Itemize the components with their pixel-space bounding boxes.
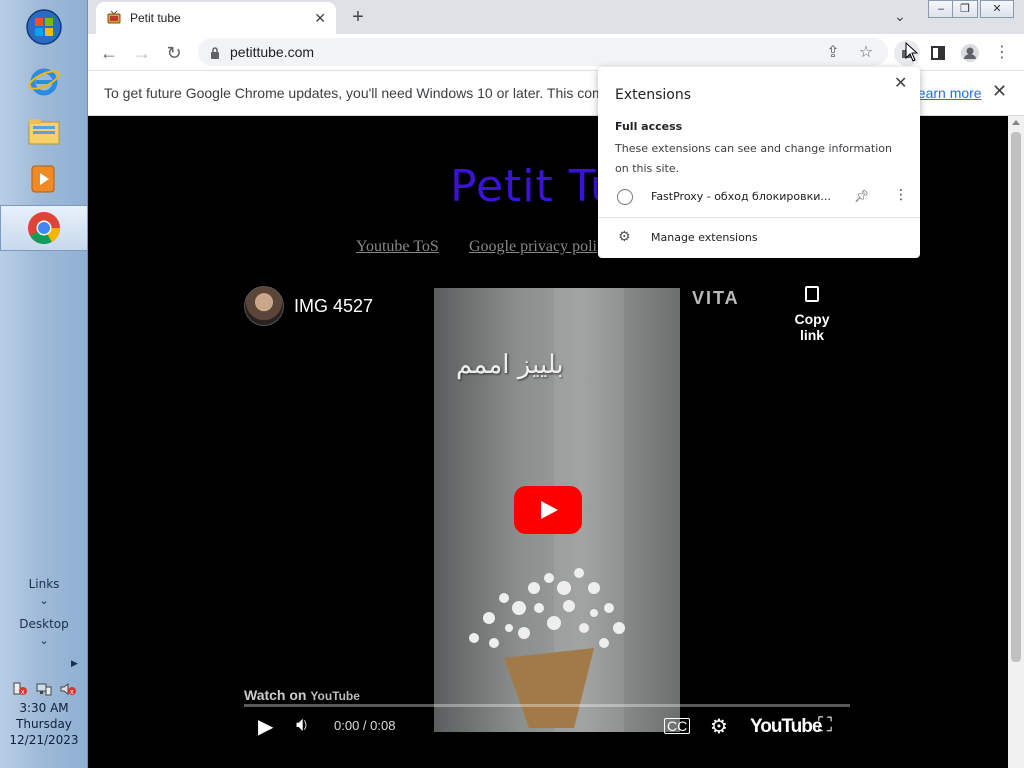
captions-icon[interactable]: CC	[664, 718, 691, 734]
desktop-chevron-icon[interactable]: ⌄	[0, 634, 88, 647]
bookmark-star-icon[interactable]: ☆	[854, 42, 878, 64]
windows-orb-icon	[26, 9, 62, 45]
scroll-up-arrow-icon[interactable]	[1012, 120, 1020, 125]
gear-icon: ⚙	[618, 229, 631, 245]
settings-gear-icon[interactable]: ⚙	[710, 714, 728, 739]
vita-watermark: VITA	[692, 288, 740, 308]
play-icon[interactable]: ▶	[258, 714, 273, 739]
mouse-cursor-icon	[905, 42, 919, 62]
volume-muted-icon[interactable]: x	[60, 682, 76, 696]
clock-day: Thursday	[16, 717, 72, 731]
extension-menu-icon[interactable]: ⋮	[894, 187, 908, 203]
volume-icon[interactable]: 🔉︎	[296, 714, 309, 737]
full-access-description: These extensions can see and change info…	[615, 142, 892, 175]
tab-strip: Petit tube ✕ + ⌄ – ❐ ✕	[88, 0, 1024, 34]
extensions-popup: Extensions ✕ Full access These extension…	[598, 67, 920, 258]
links-chevron-icon[interactable]: ⌄	[0, 594, 88, 607]
extensions-popup-title: Extensions	[615, 87, 692, 103]
learn-more-link[interactable]: Learn more	[910, 85, 982, 101]
chrome-icon	[28, 212, 61, 244]
network-icon[interactable]	[36, 682, 52, 696]
profile-avatar-icon[interactable]	[958, 42, 982, 64]
extension-item-fastproxy[interactable]: FastProxy - обход блокировки... 📌︎ ⋮	[598, 185, 920, 209]
scrollbar-thumb[interactable]	[1011, 132, 1021, 662]
channel-avatar[interactable]	[244, 286, 284, 326]
copy-link-button[interactable]: Copy link	[782, 286, 842, 343]
new-tab-button[interactable]: +	[346, 6, 370, 29]
watch-on-youtube-logo: YouTube	[310, 689, 360, 703]
google-privacy-link[interactable]: Google privacy poli	[469, 238, 597, 256]
svg-text:x: x	[70, 689, 74, 696]
player-controls: Watch on YouTube ▶ 🔉︎ 0:00 / 0:08 CC ⚙ Y…	[234, 686, 854, 746]
extension-name: FastProxy - обход блокировки...	[651, 190, 831, 203]
taskbar: Links ⌄ Desktop ⌄ ▶ x x 3:30 AM Thursday…	[0, 0, 88, 768]
clock-time: 3:30 AM	[19, 701, 69, 715]
svg-text:x: x	[21, 689, 25, 696]
action-center-icon[interactable]: x	[12, 682, 28, 696]
play-button[interactable]	[514, 486, 582, 534]
lock-icon[interactable]	[210, 46, 220, 59]
infobar-close-icon[interactable]: ✕	[992, 81, 1007, 102]
media-player-icon[interactable]	[0, 156, 88, 202]
internet-explorer-icon[interactable]	[0, 58, 88, 104]
back-arrow-icon[interactable]: ←	[98, 42, 120, 64]
copy-link-label: Copy link	[794, 311, 830, 343]
site-title: Petit Tu	[450, 161, 619, 212]
tab-search-chevron-icon[interactable]: ⌄	[894, 8, 906, 25]
tray-expand-arrow-icon[interactable]: ▶	[71, 658, 78, 669]
links-toolbar-label[interactable]: Links	[0, 577, 88, 591]
browser-toolbar: ← → ↻ petittube.com ⇪ ☆ ⋮	[88, 34, 1024, 71]
close-window-button[interactable]: ✕	[980, 0, 1014, 18]
divider	[598, 217, 920, 218]
video-title[interactable]: IMG 4527	[294, 296, 373, 317]
full-access-heading: Full access	[615, 120, 683, 133]
youtube-logo[interactable]: YouTube	[750, 716, 822, 738]
petit-tube-favicon-icon	[107, 10, 121, 24]
tab-title: Petit tube	[130, 11, 181, 25]
desktop-toolbar-label[interactable]: Desktop	[0, 617, 88, 631]
tab-close-icon[interactable]: ✕	[314, 10, 326, 27]
side-panel-icon[interactable]	[926, 42, 950, 64]
clock[interactable]: 3:30 AM Thursday 12/21/2023	[0, 700, 88, 748]
url-text: petittube.com	[230, 44, 315, 60]
restore-button[interactable]: ❐	[952, 0, 978, 18]
infobar-message: To get future Google Chrome updates, you…	[104, 85, 636, 101]
extensions-popup-close-icon[interactable]: ✕	[894, 73, 907, 92]
reload-icon[interactable]: ↻	[163, 42, 185, 64]
pin-icon[interactable]: 📌︎	[854, 189, 869, 203]
manage-extensions-label: Manage extensions	[651, 231, 758, 244]
manage-extensions-button[interactable]: ⚙ Manage extensions	[598, 228, 920, 248]
fullscreen-icon[interactable]: ⛶	[818, 714, 832, 737]
copy-icon	[805, 286, 819, 302]
chrome-menu-icon[interactable]: ⋮	[990, 42, 1014, 64]
system-tray: x x 3:30 AM Thursday 12/21/2023	[0, 680, 88, 768]
youtube-tos-link[interactable]: Youtube ToS	[356, 238, 439, 256]
globe-icon	[617, 189, 633, 205]
tab-petit-tube[interactable]: Petit tube ✕	[96, 2, 336, 34]
file-explorer-icon[interactable]	[0, 108, 88, 154]
share-icon[interactable]: ⇪	[821, 42, 845, 64]
address-bar[interactable]: petittube.com	[198, 38, 888, 66]
clock-date: 12/21/2023	[9, 733, 79, 747]
minimize-button[interactable]: –	[928, 0, 954, 18]
forward-arrow-icon[interactable]: →	[131, 42, 153, 64]
time-display: 0:00 / 0:08	[334, 718, 396, 733]
page-scrollbar[interactable]	[1008, 116, 1024, 768]
youtube-embed[interactable]: بلييز اممم IMG 4527 VITA Copy link Watch…	[234, 276, 854, 756]
progress-bar[interactable]	[244, 704, 850, 707]
start-button[interactable]	[0, 4, 88, 50]
chrome-taskbar-button[interactable]	[0, 205, 88, 251]
watch-on-youtube[interactable]: Watch on YouTube	[244, 687, 360, 703]
watch-on-label: Watch on	[244, 687, 307, 703]
